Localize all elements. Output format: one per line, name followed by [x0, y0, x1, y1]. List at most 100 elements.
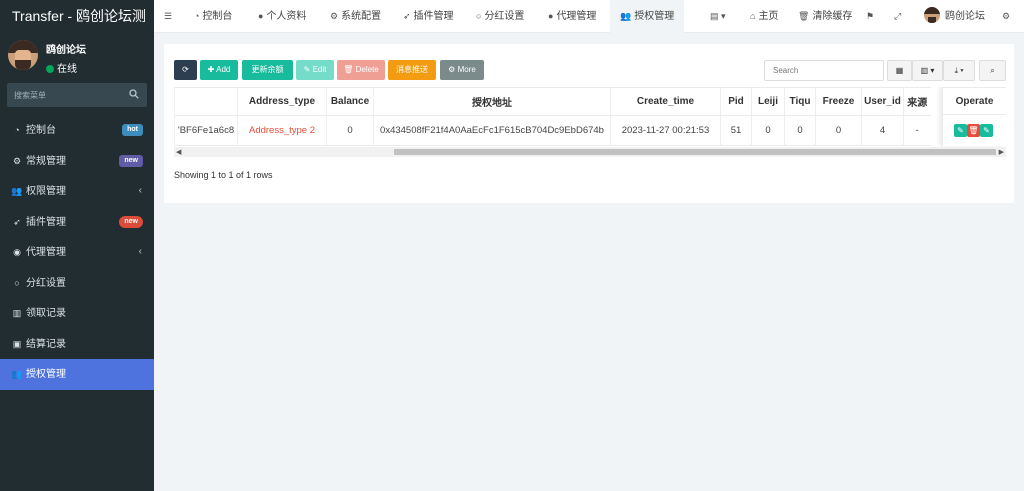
tab-authorization[interactable]: 👥 授权管理	[610, 0, 685, 33]
clear-cache-button[interactable]: 🗑 清除缓存	[798, 0, 852, 33]
column-header-auth-address[interactable]: 授权地址	[373, 87, 611, 116]
cell-pid: 51	[720, 115, 752, 146]
cogs-icon: ⚙	[12, 155, 22, 166]
scroll-right-icon[interactable]: ▶	[999, 148, 1004, 156]
add-button[interactable]: ✚ Add	[200, 60, 238, 80]
sidebar-menu: ◔ 控制台 hot ⚙ 常规管理 new 👥 权限管理 ‹ ➶ 插件管理 new ◉ 代理管理 ‹ …	[0, 115, 154, 390]
user-name: 鸥创论坛	[46, 45, 86, 56]
search-icon[interactable]	[129, 89, 139, 99]
columns-button[interactable]: ▥ ▾	[912, 60, 943, 81]
new-badge: new	[119, 154, 143, 167]
column-header-pid[interactable]: Pid	[720, 87, 752, 116]
language-icon: ⚑	[866, 11, 875, 21]
column-header-operate: Operate	[943, 87, 1006, 115]
sidebar-item-authorization[interactable]: 👥 授权管理	[0, 359, 154, 390]
settings-button[interactable]: ⚙	[1002, 0, 1013, 33]
column-header-leiji[interactable]: Leiji	[751, 87, 785, 116]
row-edit-button-2[interactable]: ✎	[980, 124, 993, 137]
fullscreen-button[interactable]: ⤢	[894, 0, 904, 33]
cell-auth-address: 0x434508fF21f4A0AaEcFc1F615cB704Dc9EbD67…	[373, 115, 611, 146]
users-icon: 👥	[11, 369, 23, 379]
sidebar-item-settlements[interactable]: ▣ 结算记录	[0, 329, 154, 360]
column-header-user-id[interactable]: User_id	[861, 87, 904, 116]
cell-user-id: 4	[861, 115, 904, 146]
sidebar-item-dividends[interactable]: ○ 分红设置	[0, 268, 154, 299]
avatar	[8, 40, 38, 70]
chevron-left-icon: ‹	[138, 246, 142, 257]
user-panel: 鸥创论坛 在线	[0, 33, 154, 78]
update-balance-button[interactable]: 更新余额	[242, 60, 293, 80]
trash-icon: 🗑	[798, 11, 810, 21]
column-header-create-time[interactable]: Create_time	[610, 87, 721, 116]
grid-menu-button[interactable]: ▤ ▾	[710, 0, 729, 33]
cell-freeze: 0	[815, 115, 862, 146]
tab-dashboard[interactable]: ◔ 控制台	[194, 0, 232, 33]
refresh-button[interactable]: ⟳	[174, 60, 197, 80]
tab-plugins[interactable]: ➶ 插件管理	[403, 0, 454, 33]
cell-address-truncated: 'BF6Fe1a6c8	[174, 115, 238, 146]
home-icon: ⌂	[750, 11, 756, 21]
dashboard-icon: ◔	[14, 125, 20, 135]
sidebar-item-permissions[interactable]: 👥 权限管理 ‹	[0, 176, 154, 207]
menu-search-input[interactable]	[7, 83, 117, 107]
menu-search	[7, 83, 147, 107]
users-icon: 👥	[620, 11, 632, 21]
sidebar-toggle-button[interactable]: ☰	[164, 0, 175, 33]
sidebar: Transfer - 鸥创论坛测 鸥创论坛 在线 ◔控制台hot ⚙常规管理ne…	[0, 0, 154, 491]
advanced-search-button[interactable]: ⌕	[979, 60, 1006, 81]
sidebar-item-plugins[interactable]: ➶ 插件管理 new	[0, 207, 154, 238]
edit-button[interactable]: ✎ Edit	[296, 60, 334, 80]
app-title[interactable]: Transfer - 鸥创论坛测	[0, 0, 154, 33]
export-button[interactable]: ⤓ ▾	[943, 60, 975, 81]
tab-agents[interactable]: ● 代理管理	[548, 0, 596, 33]
trash-icon: 🗑	[343, 65, 354, 74]
language-button[interactable]: ⚑	[866, 0, 877, 33]
trash-icon: 🗑	[968, 126, 979, 135]
circle-icon: ○	[14, 277, 20, 288]
sidebar-item-claims[interactable]: ▥ 领取记录	[0, 298, 154, 329]
sidebar-item-agents[interactable]: ◉ 代理管理 ‹	[0, 237, 154, 268]
column-header-tiqu[interactable]: Tiqu	[784, 87, 816, 116]
rocket-icon: ➶	[403, 11, 411, 21]
circle-icon: ○	[476, 11, 482, 21]
cell-source: -	[903, 115, 931, 146]
horizontal-scrollbar[interactable]: ◀ ▶	[174, 147, 1006, 157]
search-icon: ⌕	[990, 66, 995, 75]
column-header-freeze[interactable]: Freeze	[815, 87, 862, 116]
menu-icon: ☰	[164, 11, 173, 21]
toggle-view-button[interactable]: ▦	[887, 60, 912, 81]
cell-balance: 0	[326, 115, 374, 146]
online-dot-icon	[46, 65, 54, 73]
gear-icon: ⚙	[448, 65, 456, 74]
column-header-balance[interactable]: Balance	[326, 87, 374, 116]
column-header-source[interactable]: 来源	[903, 87, 931, 116]
row-delete-button[interactable]: 🗑	[967, 124, 980, 137]
columns-icon: ▥ ▾	[920, 66, 935, 75]
gears-icon: ⚙	[1002, 11, 1011, 21]
push-message-button[interactable]: 消息推送	[388, 60, 436, 80]
user-status: 在线	[46, 60, 154, 75]
cell-leiji: 0	[751, 115, 785, 146]
tab-system-config[interactable]: ⚙ 系统配置	[330, 0, 381, 33]
dashboard-icon: ◔	[194, 11, 200, 21]
scrollbar-thumb[interactable]	[394, 149, 996, 155]
row-edit-button[interactable]: ✎	[954, 124, 967, 137]
table-search-input[interactable]	[764, 60, 884, 81]
column-header[interactable]	[174, 87, 238, 116]
user-menu[interactable]: 鸥创论坛	[924, 0, 985, 33]
sidebar-item-general[interactable]: ⚙ 常规管理 new	[0, 146, 154, 177]
sidebar-item-dashboard[interactable]: ◔ 控制台 hot	[0, 115, 154, 146]
tab-dividends[interactable]: ○ 分红设置	[476, 0, 524, 33]
user-icon: ●	[548, 11, 554, 21]
cell-create-time: 2023-11-27 00:21:53	[610, 115, 721, 146]
column-header-address-type[interactable]: Address_type	[237, 87, 327, 116]
tab-profile[interactable]: ● 个人资料	[258, 0, 306, 33]
gear-icon: ⚙	[330, 11, 339, 21]
more-button[interactable]: ⚙ More	[440, 60, 484, 80]
hot-badge: hot	[122, 124, 143, 136]
delete-button[interactable]: 🗑 Delete	[337, 60, 385, 80]
scroll-left-icon[interactable]: ◀	[176, 148, 181, 156]
home-button[interactable]: ⌂ 主页	[750, 0, 778, 33]
cell-address-type[interactable]: Address_type 2	[237, 115, 327, 146]
table-row[interactable]: 'BF6Fe1a6c8 Address_type 2 0 0x434508fF2…	[174, 115, 931, 146]
